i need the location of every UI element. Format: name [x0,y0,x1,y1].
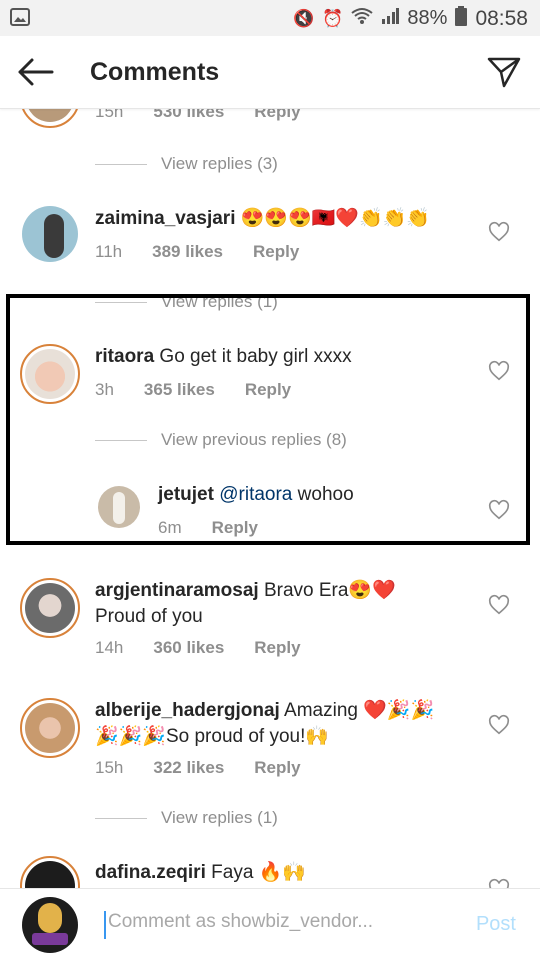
alarm-icon: ⏰ [322,8,344,28]
comment-time: 15h [95,108,124,121]
comment-username[interactable]: dafina.zeqiri [95,862,206,883]
post-button[interactable]: Post [476,913,516,936]
view-previous-replies-link[interactable]: View previous replies (8) [95,430,347,450]
battery-icon [455,6,468,31]
reply-button[interactable]: Reply [254,758,300,778]
reply-username[interactable]: jetujet [158,484,214,505]
comment-text: Amazing ❤️🎉🎉 [284,700,435,721]
comment-input[interactable]: Comment as showbiz_vendor... [104,911,448,939]
reply-button[interactable]: Reply [212,518,258,538]
view-replies-label: View replies (3) [161,154,278,173]
comment-username[interactable]: argjentinaramosaj [95,580,259,601]
reply-button[interactable]: Reply [253,242,299,262]
avatar[interactable] [20,578,80,638]
comment-time: 15h [95,758,124,777]
likes-count[interactable]: 389 likes [152,242,223,262]
divider-line [95,163,147,165]
avatar[interactable] [20,344,80,404]
comment-text-continued: 🎉🎉🎉So proud of you!🙌 [95,726,330,747]
signal-icon [381,8,400,29]
likes-count[interactable]: 360 likes [153,638,224,658]
comment-composer: Comment as showbiz_vendor... Post [0,888,540,961]
likes-count[interactable]: 365 likes [144,380,215,400]
like-heart-icon[interactable] [488,221,510,243]
view-previous-label: View previous replies (8) [161,430,347,449]
comment-username[interactable]: alberije_hadergjonaj [95,700,280,721]
comment-time: 3h [95,380,114,399]
comment-text: Bravo Era😍❤️ [263,580,396,601]
like-heart-icon[interactable] [488,499,510,521]
avatar[interactable] [20,108,80,128]
my-avatar [22,897,78,953]
comment-text-continued: Proud of you [95,606,203,627]
comment-text: 😍😍😍🇦🇱❤️👏👏👏 [240,208,431,229]
comments-list[interactable]: 15h 530 likes Reply View replies (3) zai… [0,108,540,888]
back-arrow-icon[interactable] [16,54,56,90]
like-heart-icon[interactable] [488,594,510,616]
wifi-icon [351,7,374,30]
avatar[interactable] [98,486,140,528]
comment-time: 11h [95,242,123,261]
mention-link[interactable]: @ritaora [219,484,292,505]
view-replies-link[interactable]: View replies (1) [95,808,278,828]
avatar[interactable] [20,856,80,888]
divider-line [95,817,147,819]
comment-time: 14h [95,638,124,657]
reply-time: 6m [158,518,182,537]
reply-button[interactable]: Reply [245,380,291,400]
avatar[interactable] [20,698,80,758]
likes-count[interactable]: 322 likes [153,758,224,778]
page-title: Comments [90,58,220,86]
like-heart-icon[interactable] [488,714,510,736]
clock: 08:58 [475,6,528,30]
view-replies-label: View replies (1) [161,808,278,827]
reply-button[interactable]: Reply [254,108,300,122]
likes-count[interactable]: 530 likes [153,108,224,122]
mute-icon: 🔇 [293,8,315,28]
view-replies-link[interactable]: View replies (3) [95,154,278,174]
status-bar: 🔇 ⏰ 88% 08:58 [0,0,540,36]
battery-percent: 88% [407,7,448,29]
view-replies-label: View replies (1) [161,292,278,311]
divider-line [95,439,147,441]
gallery-icon [10,8,30,32]
view-replies-link[interactable]: View replies (1) [95,292,278,312]
comment-username[interactable]: zaimina_vasjari [95,208,235,229]
like-heart-icon[interactable] [488,878,510,888]
avatar[interactable] [22,206,78,262]
comment-username[interactable]: ritaora [95,346,154,367]
reply-text: wohoo [297,484,354,505]
reply-button[interactable]: Reply [254,638,300,658]
comment-text: Go get it baby girl xxxx [159,346,352,367]
comment-text: Faya 🔥🙌 [211,862,306,883]
like-heart-icon[interactable] [488,360,510,382]
direct-send-icon[interactable] [486,54,522,90]
divider-line [95,301,147,303]
header-bar: Comments [0,36,540,109]
